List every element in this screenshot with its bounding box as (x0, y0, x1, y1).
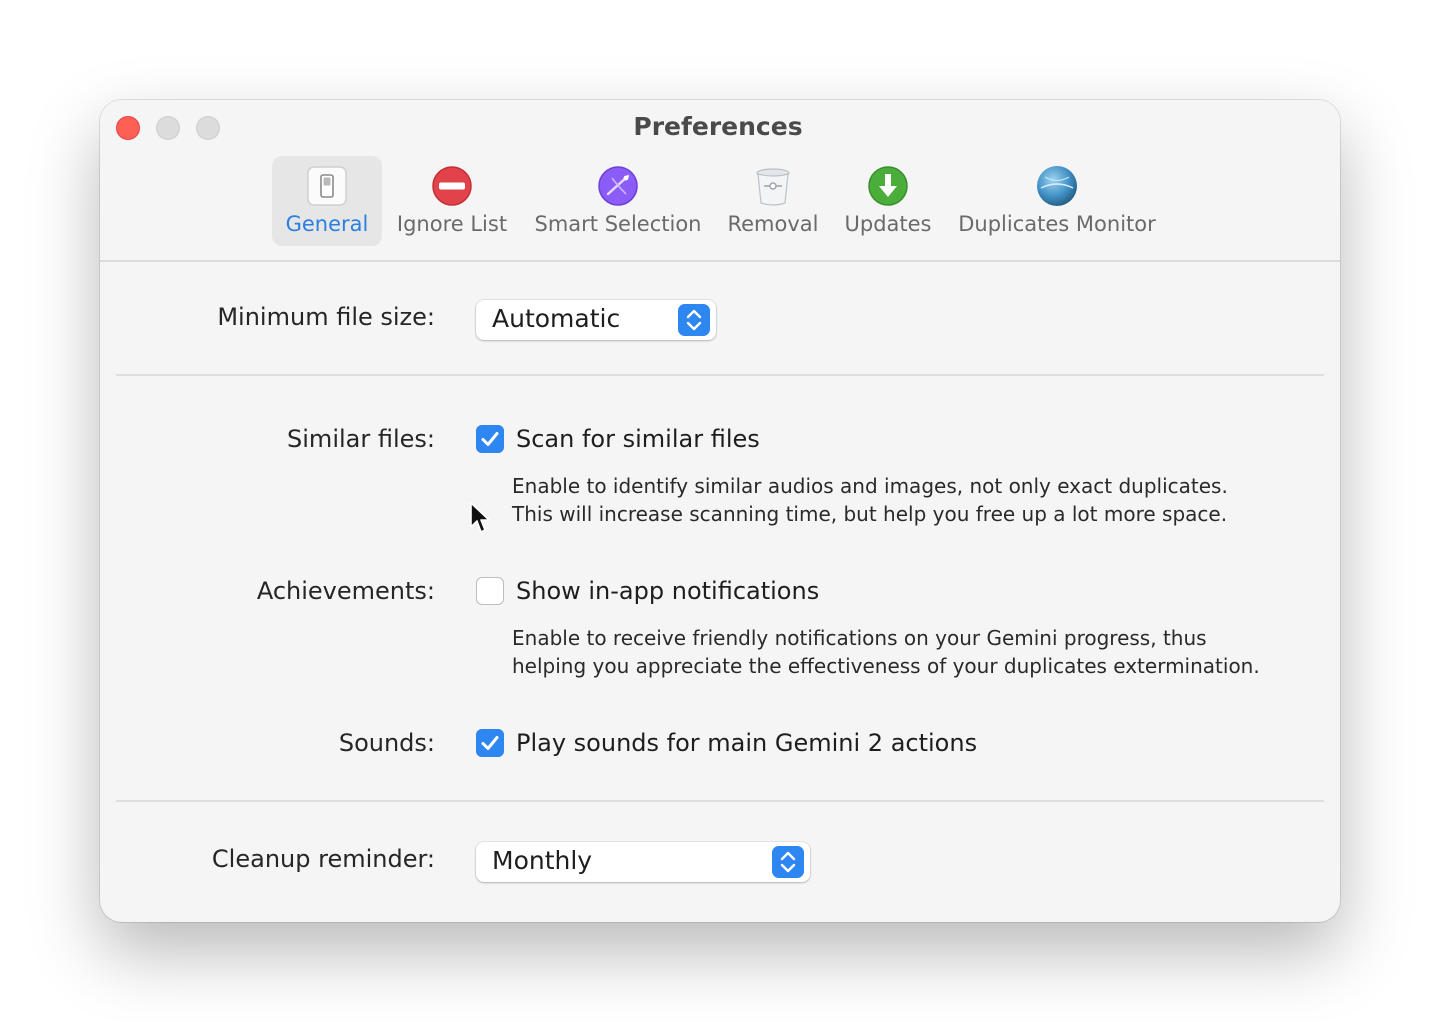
min-file-size-label: Minimum file size: (217, 303, 435, 331)
popup-value: Monthly (492, 846, 593, 875)
tab-smart-selection[interactable]: Smart Selection (526, 156, 710, 246)
tab-label: Duplicates Monitor (958, 212, 1156, 236)
achievements-description-line1: Enable to receive friendly notifications… (512, 626, 1207, 650)
no-entry-icon (432, 166, 472, 206)
popup-value: Automatic (492, 304, 621, 333)
sounds-checkbox[interactable] (476, 729, 504, 757)
cleanup-reminder-label: Cleanup reminder: (211, 845, 435, 873)
tab-general[interactable]: General (272, 156, 382, 246)
general-switch-icon (307, 166, 347, 206)
tab-label: Updates (844, 212, 932, 236)
download-arrow-icon (868, 166, 908, 206)
tab-removal[interactable]: Removal (722, 156, 824, 246)
sounds-label: Sounds: (338, 729, 435, 757)
globe-monitor-icon (1037, 166, 1077, 206)
toolbar: Preferences General Ignore List Smart Se… (100, 100, 1340, 262)
chevron-up-down-icon (772, 846, 804, 878)
similar-files-label: Similar files: (287, 425, 435, 453)
mouse-pointer-icon (470, 502, 490, 533)
similar-files-checkbox[interactable] (476, 425, 504, 453)
window-title: Preferences (633, 112, 803, 141)
tab-ignore-list[interactable]: Ignore List (388, 156, 516, 246)
tab-updates[interactable]: Updates (838, 156, 938, 246)
tab-label: Smart Selection (534, 212, 702, 236)
section-divider (116, 374, 1324, 376)
tab-label: Ignore List (396, 212, 508, 236)
similar-files-description-line1: Enable to identify similar audios and im… (512, 474, 1228, 498)
tab-duplicates-monitor[interactable]: Duplicates Monitor (952, 156, 1162, 246)
achievements-checkbox-label[interactable]: Show in-app notifications (516, 577, 819, 605)
tab-label: Removal (727, 212, 819, 236)
cleanup-reminder-popup[interactable]: Monthly (476, 842, 810, 882)
preferences-window: Preferences General Ignore List Smart Se… (100, 100, 1340, 922)
achievements-checkbox[interactable] (476, 577, 504, 605)
trash-can-icon (756, 168, 790, 206)
achievements-label: Achievements: (256, 577, 435, 605)
achievements-description-line2: helping you appreciate the effectiveness… (512, 654, 1260, 678)
tab-label: General (285, 212, 369, 236)
similar-files-description-line2: This will increase scanning time, but he… (512, 502, 1228, 526)
min-file-size-popup[interactable]: Automatic (476, 300, 716, 340)
smart-selection-icon (598, 166, 638, 206)
chevron-up-down-icon (678, 304, 710, 336)
sounds-checkbox-label[interactable]: Play sounds for main Gemini 2 actions (516, 729, 977, 757)
section-divider (116, 800, 1324, 802)
similar-files-checkbox-label[interactable]: Scan for similar files (516, 425, 760, 453)
